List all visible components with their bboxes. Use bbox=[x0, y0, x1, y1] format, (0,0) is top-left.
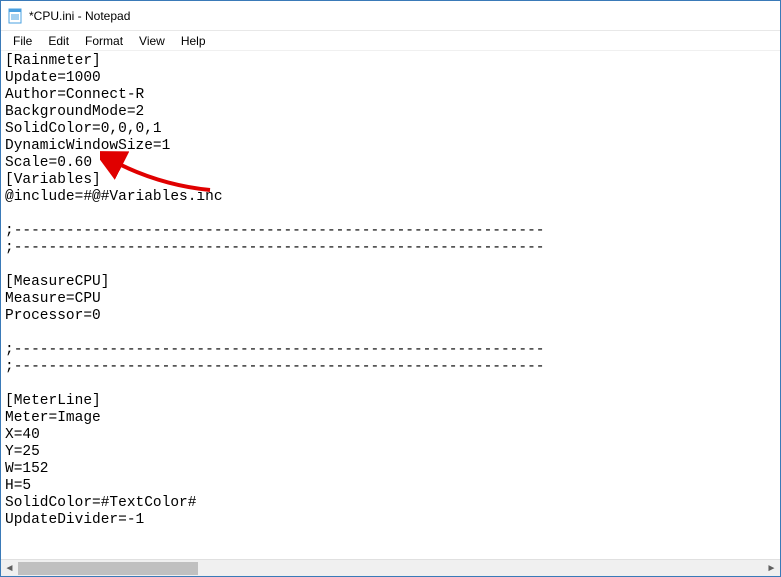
editor-content: [Rainmeter] Update=1000 Author=Connect-R… bbox=[5, 53, 545, 528]
menu-format[interactable]: Format bbox=[77, 32, 131, 50]
menu-edit[interactable]: Edit bbox=[40, 32, 77, 50]
notepad-icon bbox=[7, 8, 23, 24]
scroll-right-icon[interactable]: ► bbox=[763, 560, 780, 577]
menu-file[interactable]: File bbox=[5, 32, 40, 50]
menubar: File Edit Format View Help bbox=[1, 31, 780, 51]
scrollbar-thumb[interactable] bbox=[18, 562, 198, 575]
text-editor[interactable]: [Rainmeter] Update=1000 Author=Connect-R… bbox=[1, 51, 780, 559]
menu-view[interactable]: View bbox=[131, 32, 173, 50]
horizontal-scrollbar[interactable]: ◄ ► bbox=[1, 559, 780, 576]
menu-help[interactable]: Help bbox=[173, 32, 214, 50]
titlebar: *CPU.ini - Notepad bbox=[1, 1, 780, 31]
notepad-window: *CPU.ini - Notepad File Edit Format View… bbox=[0, 0, 781, 577]
scroll-left-icon[interactable]: ◄ bbox=[1, 560, 18, 577]
window-title: *CPU.ini - Notepad bbox=[29, 9, 130, 23]
